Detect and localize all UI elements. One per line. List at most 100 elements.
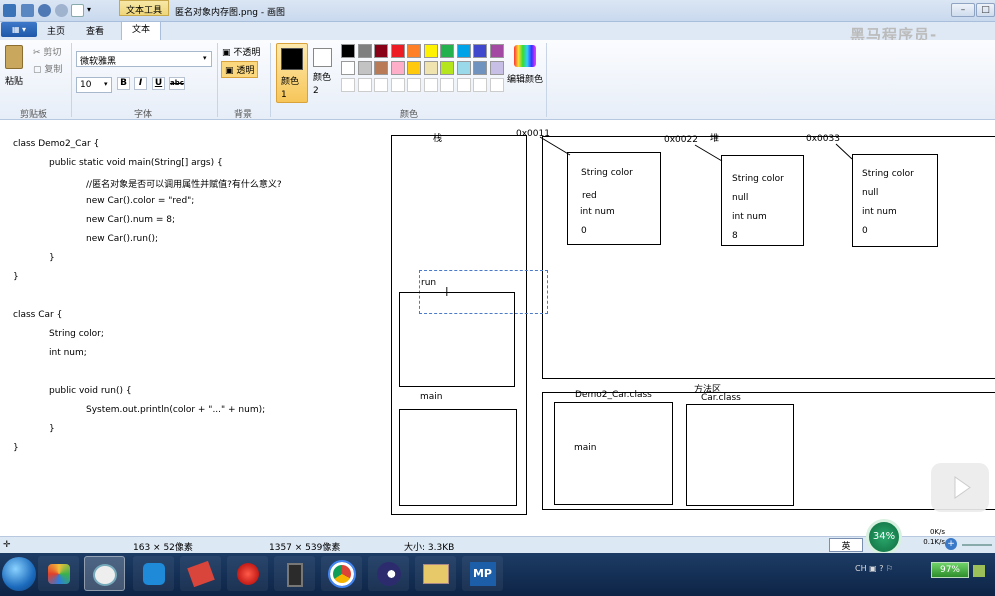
chevron-down-icon[interactable]: ▾ [104,80,108,88]
chevron-down-icon[interactable]: ▾ [203,54,207,62]
custom-color-slot[interactable] [357,78,372,92]
redo-icon[interactable] [55,4,68,17]
palette-swatch[interactable] [357,61,372,75]
tab-home[interactable]: 主页 [47,24,65,37]
palette-icon [92,564,117,586]
copy-button[interactable]: ▢ 复制 [33,62,62,75]
palette-swatch[interactable] [390,44,405,58]
play-icon [954,476,971,499]
minimize-button[interactable]: – [951,3,975,17]
palette-swatch[interactable] [456,44,471,58]
palette-swatch[interactable] [423,44,438,58]
camera-icon [286,563,303,587]
start-button[interactable] [2,557,36,591]
strikethrough-button[interactable]: abc [169,77,185,90]
text-input-run[interactable]: run [421,278,436,288]
custom-color-slot[interactable] [374,78,388,92]
italic-button[interactable]: I [134,77,147,90]
palette-swatch[interactable] [407,61,421,75]
palette-swatch[interactable] [390,61,405,75]
taskbar-app-icon[interactable] [227,556,268,591]
speed-gauge[interactable]: 34% [866,519,902,553]
transparent-label: 透明 [236,66,255,76]
video-play-button[interactable] [931,463,989,512]
palette-swatch[interactable] [341,61,355,75]
drawing-canvas[interactable]: class Demo2_Car { public static void mai… [0,125,995,522]
tray-app-icon[interactable] [973,565,985,577]
custom-color-slot[interactable] [423,78,438,92]
taskbar-chrome-icon[interactable] [321,556,362,591]
new-icon[interactable] [71,4,84,17]
custom-color-slot[interactable] [440,78,454,92]
color2-button[interactable]: 颜色 2 [313,72,337,98]
custom-color-slot[interactable] [473,78,487,92]
taskbar-eclipse-icon[interactable] [368,556,409,591]
palette-swatch[interactable] [489,44,504,58]
heap-object: String color null int num 8 [721,155,804,246]
download-speed: 0.1K/s [923,538,945,546]
palette-swatch[interactable] [456,61,471,75]
object-value: null [862,188,879,198]
transparent-button[interactable]: ▣ 透明 [221,61,259,78]
object-value: null [732,193,749,203]
maximize-button[interactable]: □ [976,3,995,17]
paste-button[interactable]: 粘贴 [5,74,23,87]
palette-swatch[interactable] [374,44,388,58]
taskbar-app-icon[interactable] [38,556,79,591]
main-frame [399,409,517,506]
class-box: main [554,402,673,505]
group-clipboard-label: 剪贴板 [20,110,48,120]
tab-text[interactable]: 文本 [121,21,161,40]
paste-icon[interactable] [5,45,23,69]
taskbar-paint-icon[interactable] [84,556,125,591]
custom-color-slot[interactable] [456,78,471,92]
customize-quick-access-icon[interactable]: ▾ [87,5,100,18]
palette-swatch[interactable] [341,44,355,58]
palette-swatch[interactable] [473,61,487,75]
color2-swatch[interactable] [313,48,332,67]
opaque-button[interactable]: ▣ 不透明 [222,45,260,58]
taskbar-app-icon[interactable] [274,556,315,591]
window-title: 匿名对象内存图.png - 画图 [175,8,285,18]
taskbar-app-icon[interactable] [180,556,221,591]
edit-colors-button[interactable]: 编辑颜色 [507,72,543,85]
undo-icon[interactable] [38,4,51,17]
underline-button[interactable]: U [152,77,165,90]
battery-indicator[interactable]: 97% [931,562,969,578]
edit-colors-icon[interactable] [514,45,536,67]
app-icon[interactable] [3,4,16,17]
save-icon[interactable] [21,4,34,17]
font-family-select[interactable]: 微软雅黑 [76,51,212,67]
app-icon [142,563,165,585]
taskbar-app-icon[interactable]: MP [462,556,503,591]
palette-swatch[interactable] [407,44,421,58]
upload-speed: 0K/s [929,528,945,536]
palette-swatch[interactable] [423,61,438,75]
ime-language-button[interactable]: 英 [829,538,863,552]
color1-button[interactable]: 颜色 1 [276,43,308,103]
palette-swatch[interactable] [374,61,388,75]
group-background-label: 背景 [234,110,253,120]
palette-swatch[interactable] [489,61,504,75]
palette-swatch[interactable] [473,44,487,58]
custom-color-slot[interactable] [407,78,421,92]
bold-button[interactable]: B [117,77,130,90]
object-value: 0 [862,226,868,236]
zoom-in-icon[interactable]: + [945,538,957,550]
image-size: 1357 × 539像素 [269,543,341,553]
custom-color-slot[interactable] [390,78,405,92]
taskbar-app-icon[interactable] [133,556,174,591]
cut-button[interactable]: ✂ 剪切 [33,45,61,58]
chrome-icon [327,560,356,588]
zoom-slider[interactable] [962,544,992,546]
selection-size: 163 × 52像素 [133,543,193,553]
custom-color-slot[interactable] [489,78,504,92]
tray-icons[interactable]: CH ▣ ? ⚐ [855,564,893,573]
taskbar-explorer-icon[interactable] [415,556,456,591]
file-menu-button[interactable]: ▦ ▾ [1,22,37,37]
tab-view[interactable]: 查看 [86,24,104,37]
palette-swatch[interactable] [440,44,454,58]
custom-color-slot[interactable] [341,78,355,92]
palette-swatch[interactable] [440,61,454,75]
palette-swatch[interactable] [357,44,372,58]
